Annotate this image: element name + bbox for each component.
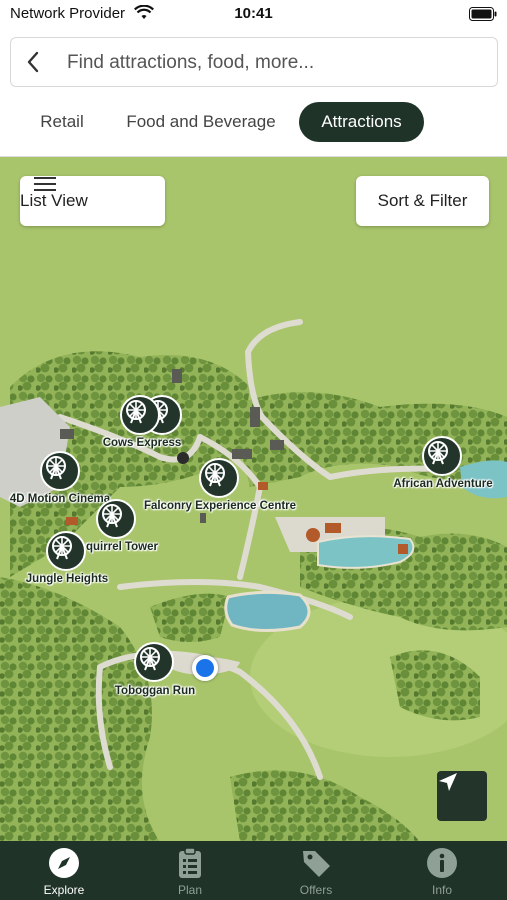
ferris-wheel-icon [120, 395, 160, 435]
tab-attractions[interactable]: Attractions [299, 102, 424, 142]
attraction-label: Toboggan Run [114, 685, 196, 697]
nav-plan[interactable]: Plan [127, 841, 253, 900]
ferris-wheel-icon [199, 458, 239, 498]
location-arrow-icon [439, 773, 457, 791]
attraction-label: Jungle Heights [25, 573, 109, 585]
battery-icon [469, 7, 497, 21]
search-input[interactable]: Find attractions, food, more... [10, 37, 498, 87]
attraction-label: Falconry Experience Centre [143, 500, 297, 512]
nav-offers-label: Offers [299, 883, 333, 897]
search-placeholder: Find attractions, food, more... [67, 52, 315, 73]
compass-icon [49, 848, 79, 878]
list-view-button[interactable]: List View [20, 176, 165, 226]
park-map[interactable]: List View Sort & Filter Cows Express 4D … [0, 156, 507, 841]
nav-explore[interactable]: Explore [1, 841, 127, 900]
locate-me-button[interactable] [437, 771, 487, 821]
ferris-wheel-icon [46, 531, 86, 571]
ferris-wheel-icon [40, 451, 80, 491]
back-chevron-icon[interactable] [25, 50, 41, 74]
user-location-dot [192, 655, 218, 681]
clipboard-icon [179, 847, 201, 878]
status-bar: Network Provider 10:41 [0, 0, 507, 30]
nav-plan-label: Plan [177, 883, 203, 897]
attraction-label: 4D Motion Cinema [9, 493, 111, 505]
status-time: 10:41 [234, 5, 273, 22]
ferris-wheel-icon [422, 436, 462, 476]
ferris-wheel-icon [96, 499, 136, 539]
info-icon [427, 848, 457, 878]
nav-explore-label: Explore [43, 883, 85, 897]
tab-food-and-beverage[interactable]: Food and Beverage [116, 102, 286, 142]
attraction-label: African Adventure [393, 478, 493, 490]
attraction-label: quirrel Tower [86, 541, 158, 553]
ferris-wheel-icon [134, 642, 174, 682]
category-tabs: Retail Food and Beverage Attractions [0, 98, 507, 146]
tag-icon [303, 851, 330, 877]
tab-retail[interactable]: Retail [26, 102, 98, 142]
list-icon [34, 177, 56, 191]
nav-offers[interactable]: Offers [253, 841, 379, 900]
sort-filter-label: Sort & Filter [377, 191, 468, 210]
sort-filter-button[interactable]: Sort & Filter [356, 176, 489, 226]
nav-info-label: Info [431, 883, 452, 897]
attraction-label: Cows Express [102, 437, 182, 449]
bottom-nav: Explore Plan Offers Info [0, 841, 507, 900]
nav-info[interactable]: Info [379, 841, 505, 900]
list-view-label: List View [20, 191, 88, 210]
